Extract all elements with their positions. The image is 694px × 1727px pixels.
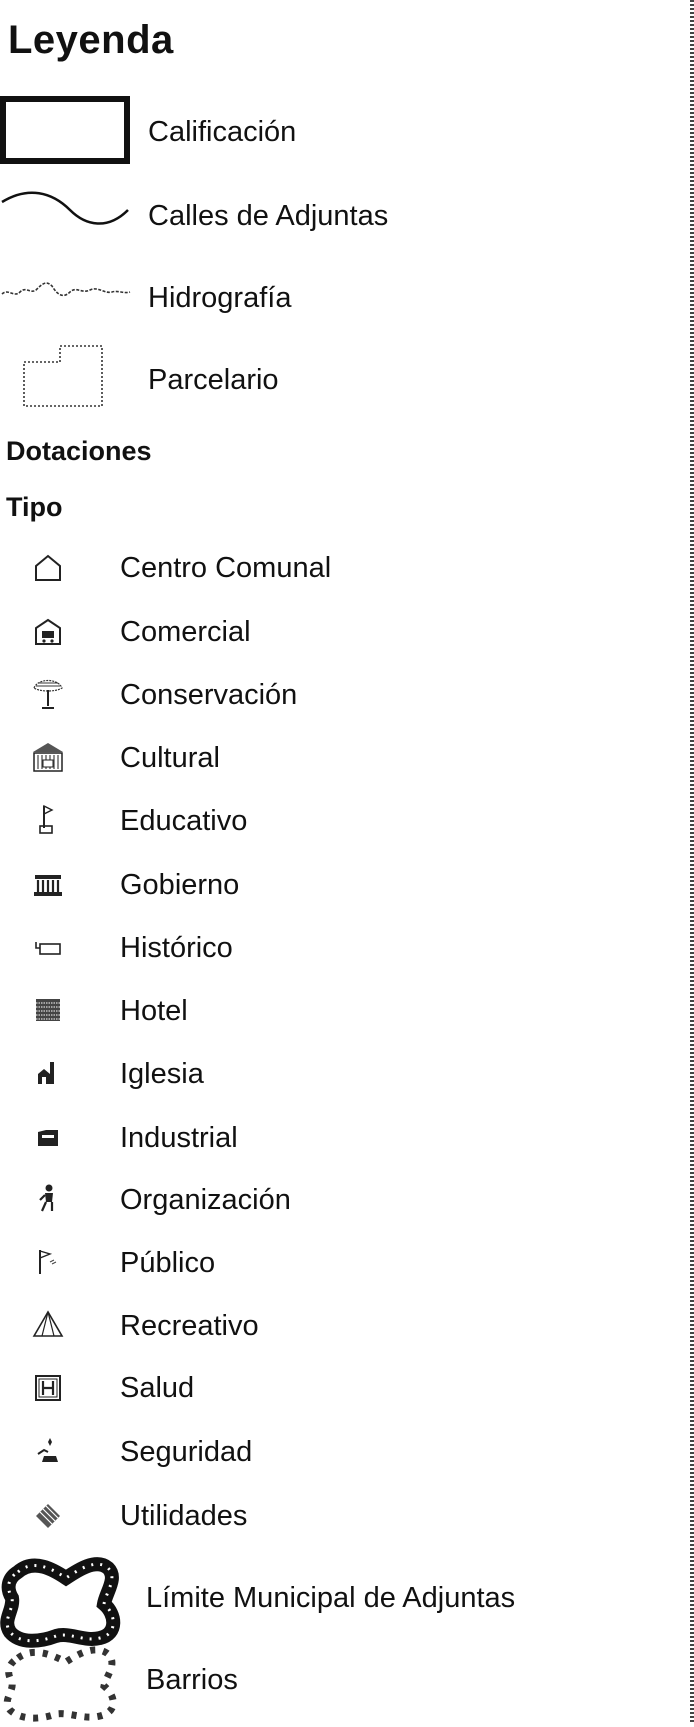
calles-line-symbol xyxy=(0,188,134,243)
hotel-icon xyxy=(30,992,66,1028)
tipo-label: Utilidades xyxy=(120,1500,248,1532)
tipo-label: Público xyxy=(120,1247,216,1279)
tipo-label: Seguridad xyxy=(120,1436,253,1468)
hidrografia-line-symbol xyxy=(0,276,134,311)
parcelario-symbol xyxy=(20,342,106,415)
tree-icon xyxy=(30,676,66,712)
hospital-icon xyxy=(30,1370,66,1406)
church-icon xyxy=(30,1056,66,1092)
tipo-label: Cultural xyxy=(120,742,220,774)
tipo-label: Centro Comunal xyxy=(120,552,332,584)
public-flag-icon xyxy=(30,1244,66,1280)
hidrografia-label: Hidrografía xyxy=(148,282,292,314)
person-icon xyxy=(30,1180,66,1216)
government-building-icon xyxy=(30,866,66,902)
house-outline-icon xyxy=(30,550,66,586)
tent-icon xyxy=(30,1306,66,1342)
tipo-heading: Tipo xyxy=(6,492,63,522)
calles-label: Calles de Adjuntas xyxy=(148,200,389,232)
security-icon xyxy=(30,1432,66,1468)
tipo-label: Recreativo xyxy=(120,1310,259,1342)
barrios-symbol xyxy=(0,1640,124,1727)
tipo-label: Iglesia xyxy=(120,1058,204,1090)
parcelario-label: Parcelario xyxy=(148,364,279,396)
barrios-label: Barrios xyxy=(146,1664,238,1696)
legend-title: Leyenda xyxy=(8,18,174,62)
page-right-border xyxy=(690,0,694,1723)
calificacion-label: Calificación xyxy=(148,116,297,148)
shop-cart-icon xyxy=(30,614,66,650)
tipo-label: Comercial xyxy=(120,616,251,648)
tipo-label: Gobierno xyxy=(120,869,240,901)
tipo-label: Educativo xyxy=(120,805,248,837)
tipo-label: Conservación xyxy=(120,679,298,711)
museum-icon xyxy=(30,740,66,776)
tipo-label: Hotel xyxy=(120,995,188,1027)
factory-icon xyxy=(30,1118,66,1154)
limite-municipal-label: Límite Municipal de Adjuntas xyxy=(146,1582,516,1614)
calificacion-symbol xyxy=(0,96,132,171)
tipo-label: Industrial xyxy=(120,1122,238,1154)
utilities-icon xyxy=(30,1496,66,1532)
tipo-label: Organización xyxy=(120,1184,291,1216)
tipo-label: Salud xyxy=(120,1372,195,1404)
historic-sign-icon xyxy=(30,930,66,966)
limite-municipal-symbol xyxy=(0,1552,124,1653)
tipo-label: Histórico xyxy=(120,932,233,964)
school-flag-icon xyxy=(30,802,66,838)
dotaciones-heading: Dotaciones xyxy=(6,436,152,466)
